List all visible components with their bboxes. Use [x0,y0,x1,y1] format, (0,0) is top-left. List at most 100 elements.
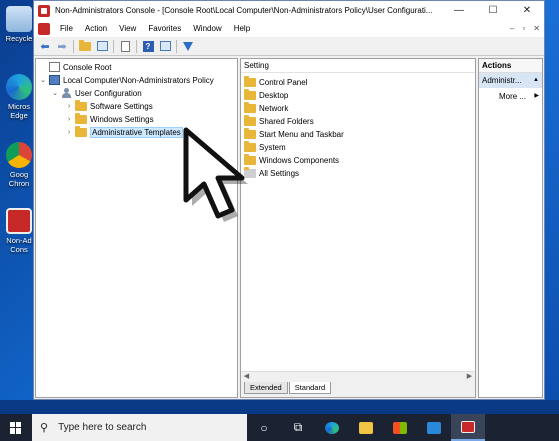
list-item-label: Desktop [259,91,289,100]
actions-header: Actions [479,59,542,73]
column-header-setting[interactable]: Setting [241,59,475,73]
chevron-down-icon[interactable]: ⌄ [39,76,47,84]
chevron-right-icon[interactable]: › [65,116,73,123]
scroll-left-icon[interactable]: ◀ [241,372,252,382]
taskbar-edge[interactable] [315,414,349,441]
chrome-icon [6,142,32,168]
minimize-button[interactable]: — [442,1,476,20]
tab-standard[interactable]: Standard [288,382,332,394]
mdi-minimize-button[interactable]: – [510,20,514,37]
filter-icon [183,41,193,51]
console-tree-icon [96,41,108,51]
console-tree-pane[interactable]: Console Root ⌄ Local Computer\Non-Admini… [35,58,238,398]
mmc-icon [461,420,475,433]
menu-bar: File Action View Favorites Window Help –… [34,20,544,37]
submenu-arrow-icon: ▶ [534,93,539,99]
menu-favorites[interactable]: Favorites [142,20,187,37]
actions-section-label: Administr... [482,76,522,85]
list-item[interactable]: Network [244,102,288,115]
tree-node-user-configuration[interactable]: ⌄ User Configuration [51,87,142,99]
menu-window[interactable]: Window [187,20,227,37]
menu-file[interactable]: File [54,20,79,37]
more-actions-label: More ... [499,92,527,101]
help-button[interactable]: ? [141,39,155,53]
list-item-label: Control Panel [259,78,308,87]
mdi-close-button[interactable]: ✕ [533,20,540,37]
taskbar-file-explorer[interactable] [349,414,383,441]
tree-node-administrative-templates[interactable]: › Administrative Templates [65,125,183,138]
list-item[interactable]: System [244,141,286,154]
cortana-button[interactable]: ○ [247,414,281,441]
tree-node-local-computer-policy[interactable]: ⌄ Local Computer\Non-Administrators Poli… [39,74,214,86]
desktop-bottom [0,400,559,414]
show-hide-action-pane-button[interactable] [158,39,172,53]
window-title: Non-Administrators Console - [Console Ro… [55,6,433,15]
export-list-button[interactable] [118,39,132,53]
collapse-up-icon[interactable]: ▲ [533,73,539,88]
view-tabs: Extended Standard [241,382,475,397]
mmc-shortcut-icon [6,208,32,234]
actions-section-administrative-templates[interactable]: Administr... ▲ [479,73,542,88]
tree-node-console-root[interactable]: Console Root [39,61,111,73]
list-item[interactable]: Windows Components [244,154,339,167]
tree-node-label: Local Computer\Non-Administrators Policy [63,75,214,85]
chevron-right-icon[interactable]: › [65,129,73,136]
edge-icon [325,421,339,434]
store-icon [393,421,407,434]
list-item-label: Shared Folders [259,117,314,126]
forward-button[interactable]: ➡ [55,39,69,53]
folder-up-icon [79,39,91,51]
list-item[interactable]: Start Menu and Taskbar [244,128,344,141]
back-button[interactable]: ⬅ [38,39,52,53]
taskbar-mmc[interactable] [451,414,485,441]
show-hide-tree-button[interactable] [95,39,109,53]
mdi-restore-button[interactable]: ▫ [522,20,525,37]
list-item[interactable]: Control Panel [244,76,307,89]
recycle-bin-icon [6,6,32,32]
tree-node-software-settings[interactable]: › Software Settings [65,99,153,112]
list-item-label: Windows Components [259,156,340,165]
list-item[interactable]: All Settings [244,167,299,180]
folder-icon [244,102,256,113]
tree-node-label: User Configuration [75,88,142,98]
folder-icon [75,125,87,137]
menu-action[interactable]: Action [79,20,113,37]
results-pane[interactable]: Setting Control Panel Desktop Network Sh… [240,58,476,398]
up-one-level-button[interactable] [78,39,92,53]
menu-view[interactable]: View [113,20,142,37]
cortana-circle-icon: ○ [260,420,268,435]
tree-node-label: Administrative Templates [90,126,183,138]
chevron-right-icon[interactable]: › [65,103,73,110]
mmc-app-icon [38,4,50,17]
list-item[interactable]: Shared Folders [244,115,314,128]
list-item[interactable]: Desktop [244,89,288,102]
folder-icon [244,128,256,139]
horizontal-scrollbar[interactable]: ◀ ▶ [241,371,475,382]
file-explorer-icon [359,421,373,434]
task-view-button[interactable]: ⧉ [281,414,315,441]
start-button[interactable] [0,414,32,441]
mmc-document-icon[interactable] [38,22,50,35]
edge-icon [6,74,32,100]
tree-node-windows-settings[interactable]: › Windows Settings [65,112,154,125]
menu-help[interactable]: Help [228,20,256,37]
scroll-right-icon[interactable]: ▶ [464,372,475,382]
action-pane-icon [159,41,171,51]
computer-policy-icon [49,75,60,85]
tab-extended[interactable]: Extended [244,382,288,394]
mmc-window[interactable]: Non-Administrators Console - [Console Ro… [33,0,545,400]
filter-button[interactable] [181,39,195,53]
forward-arrow-icon: ➡ [57,40,67,53]
taskbar-mail[interactable] [417,414,451,441]
chevron-down-icon[interactable]: ⌄ [51,89,59,97]
close-button[interactable]: ✕ [510,1,544,20]
title-bar[interactable]: Non-Administrators Console - [Console Ro… [34,1,544,20]
back-arrow-icon: ⬅ [40,40,50,53]
more-actions-item[interactable]: More ... ▶ [479,88,542,105]
maximize-button[interactable]: ☐ [476,1,510,20]
console-content: Console Root ⌄ Local Computer\Non-Admini… [34,57,544,399]
tree-node-label: Console Root [63,62,112,72]
taskbar-store[interactable] [383,414,417,441]
folder-icon [75,112,87,124]
taskbar-search-box[interactable]: ⚲ Type here to search [32,414,247,441]
